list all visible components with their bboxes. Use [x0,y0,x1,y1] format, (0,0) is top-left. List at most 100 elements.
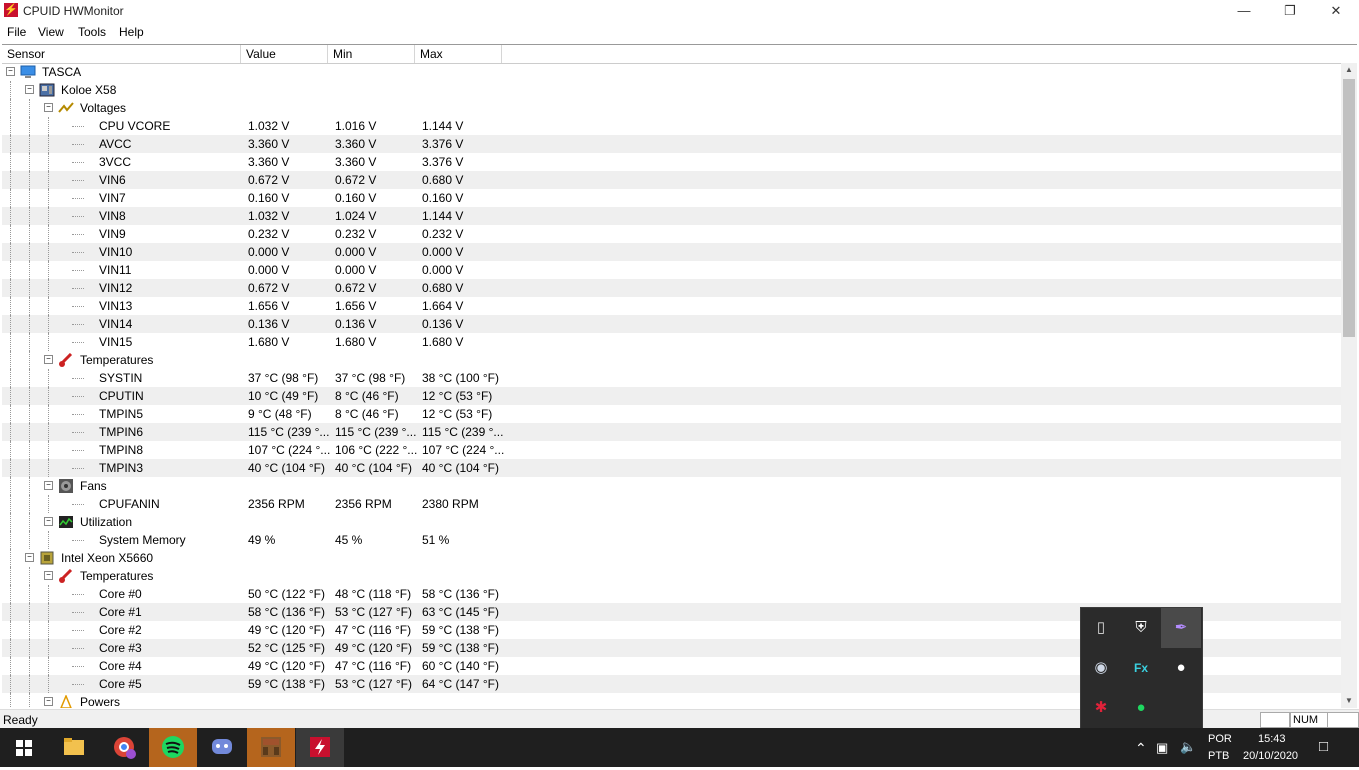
column-sensor[interactable]: Sensor [2,45,241,63]
network-icon[interactable]: ▣ [1156,740,1168,756]
sensor-row[interactable]: VIN13 1.656 V 1.656 V 1.664 V [2,297,1341,315]
sensor-row[interactable]: VIN8 1.032 V 1.024 V 1.144 V [2,207,1341,225]
scroll-up-arrow-icon[interactable]: ▲ [1341,63,1357,77]
chrome-icon[interactable] [100,728,148,767]
spotify-tray-icon[interactable]: ● [1121,688,1161,728]
sensor-row[interactable]: AVCC 3.360 V 3.360 V 3.376 V [2,135,1341,153]
fx-icon[interactable]: Fx [1121,648,1161,688]
clock-time[interactable]: 15:43 [1258,733,1286,745]
tree-guide-line [10,81,11,99]
notifications-icon[interactable]: □ [1319,738,1328,755]
tree-branch-line [72,306,84,307]
sensor-row[interactable]: VIN10 0.000 V 0.000 V 0.000 V [2,243,1341,261]
sensor-max: 107 °C (224 °... [422,443,505,457]
steam-icon[interactable]: ◉ [1081,648,1121,688]
tree-node-row[interactable]: − TASCA [2,63,1341,81]
usb-icon[interactable]: ▯ [1081,608,1121,648]
windows-start-icon[interactable] [0,728,48,767]
tree-guide-line [48,117,49,135]
tree-node-row[interactable]: − Voltages [2,99,1341,117]
status-num: NUM [1290,712,1328,728]
menu-help[interactable]: Help [119,25,144,39]
tree-guide-line [10,243,11,261]
sensor-row[interactable]: 3VCC 3.360 V 3.360 V 3.376 V [2,153,1341,171]
close-button[interactable]: ✕ [1313,0,1359,22]
menu-view[interactable]: View [38,25,64,39]
sensor-row[interactable]: TMPIN6 115 °C (239 °... 115 °C (239 °... 11… [2,423,1341,441]
sensor-row[interactable]: CPU VCORE 1.032 V 1.016 V 1.144 V [2,117,1341,135]
spotify-icon[interactable] [149,728,197,767]
sensor-row[interactable]: Core #0 50 °C (122 °F) 48 °C (118 °F) 58 °C… [2,585,1341,603]
file-explorer-icon[interactable] [50,728,98,767]
collapse-toggle-icon[interactable]: − [6,67,15,76]
tree-guide-line [29,495,30,513]
sensor-row[interactable]: VIN11 0.000 V 0.000 V 0.000 V [2,261,1341,279]
collapse-toggle-icon[interactable]: − [44,103,53,112]
sensor-label: VIN9 [99,227,126,241]
menu-tools[interactable]: Tools [78,25,106,39]
tree-guide-line [29,261,30,279]
tree-guide-line [10,531,11,549]
menu-file[interactable]: File [7,25,26,39]
sensor-row[interactable]: VIN14 0.136 V 0.136 V 0.136 V [2,315,1341,333]
feather-icon[interactable]: ✒ [1161,608,1201,648]
minimize-button[interactable]: — [1221,0,1267,22]
sensor-row[interactable]: VIN15 1.680 V 1.680 V 1.680 V [2,333,1341,351]
show-hidden-icons-chevron-icon[interactable]: ⌃ [1135,740,1147,757]
tree-guide-line [48,315,49,333]
sensor-row[interactable]: System Memory 49 % 45 % 51 % [2,531,1341,549]
security-shield-icon[interactable]: ⛨ [1121,608,1161,648]
tree-branch-line [72,378,84,379]
tree-node-row[interactable]: − Temperatures [2,351,1341,369]
column-min[interactable]: Min [328,45,415,63]
tree-node-row[interactable]: − Intel Xeon X5660 [2,549,1341,567]
tree-node-row[interactable]: − Koloe X58 [2,81,1341,99]
tree-node-row[interactable]: − Fans [2,477,1341,495]
language-bottom[interactable]: PTB [1208,750,1229,762]
sensor-row[interactable]: TMPIN8 107 °C (224 °... 106 °C (222 °... 10… [2,441,1341,459]
collapse-toggle-icon[interactable]: − [44,571,53,580]
tree-node-row[interactable]: − Temperatures [2,567,1341,585]
thermometer-icon [58,352,74,367]
tree-node-row[interactable]: − Utilization [2,513,1341,531]
sensor-min: 0.000 V [335,245,377,259]
sensor-min: 0.672 V [335,281,377,295]
sensor-min: 3.360 V [335,137,377,151]
volume-icon[interactable]: 🔈 [1180,739,1196,755]
tree-guide-line [48,585,49,603]
vertical-scrollbar[interactable]: ▲ ▼ [1341,63,1357,708]
collapse-toggle-icon[interactable]: − [44,697,53,706]
tree-guide-line [10,333,11,351]
discord-tray-icon[interactable]: ● [1161,648,1201,688]
scroll-down-arrow-icon[interactable]: ▼ [1341,694,1357,708]
sensor-min: 1.656 V [335,299,377,313]
column-max[interactable]: Max [415,45,502,63]
sensor-row[interactable]: VIN6 0.672 V 0.672 V 0.680 V [2,171,1341,189]
scrollbar-thumb[interactable] [1343,79,1355,337]
sensor-row[interactable]: TMPIN3 40 °C (104 °F) 40 °C (104 °F) 40 °C … [2,459,1341,477]
tree-guide-line [29,513,30,531]
tree-guide-line [29,207,30,225]
sensor-row[interactable]: TMPIN5 9 °C (48 °F) 8 °C (46 °F) 12 °C (53 … [2,405,1341,423]
collapse-toggle-icon[interactable]: − [44,481,53,490]
sensor-row[interactable]: VIN7 0.160 V 0.160 V 0.160 V [2,189,1341,207]
clock-date[interactable]: 20/10/2020 [1243,750,1298,762]
hwmonitor-icon[interactable] [296,728,344,767]
sensor-row[interactable]: VIN9 0.232 V 0.232 V 0.232 V [2,225,1341,243]
minecraft-icon[interactable] [247,728,295,767]
sensor-row[interactable]: CPUFANIN 2356 RPM 2356 RPM 2380 RPM [2,495,1341,513]
sensor-row[interactable]: CPUTIN 10 °C (49 °F) 8 °C (46 °F) 12 °C (53… [2,387,1341,405]
collapse-toggle-icon[interactable]: − [44,355,53,364]
discord-icon[interactable] [198,728,246,767]
tree-guide-line [48,207,49,225]
red-star-icon[interactable]: ✱ [1081,688,1121,728]
column-value[interactable]: Value [241,45,328,63]
language-top[interactable]: POR [1208,733,1232,745]
collapse-toggle-icon[interactable]: − [25,553,34,562]
restore-button[interactable]: ❐ [1267,0,1313,22]
sensor-row[interactable]: VIN12 0.672 V 0.672 V 0.680 V [2,279,1341,297]
collapse-toggle-icon[interactable]: − [25,85,34,94]
sensor-max: 0.232 V [422,227,464,241]
sensor-row[interactable]: SYSTIN 37 °C (98 °F) 37 °C (98 °F) 38 °C (1… [2,369,1341,387]
collapse-toggle-icon[interactable]: − [44,517,53,526]
